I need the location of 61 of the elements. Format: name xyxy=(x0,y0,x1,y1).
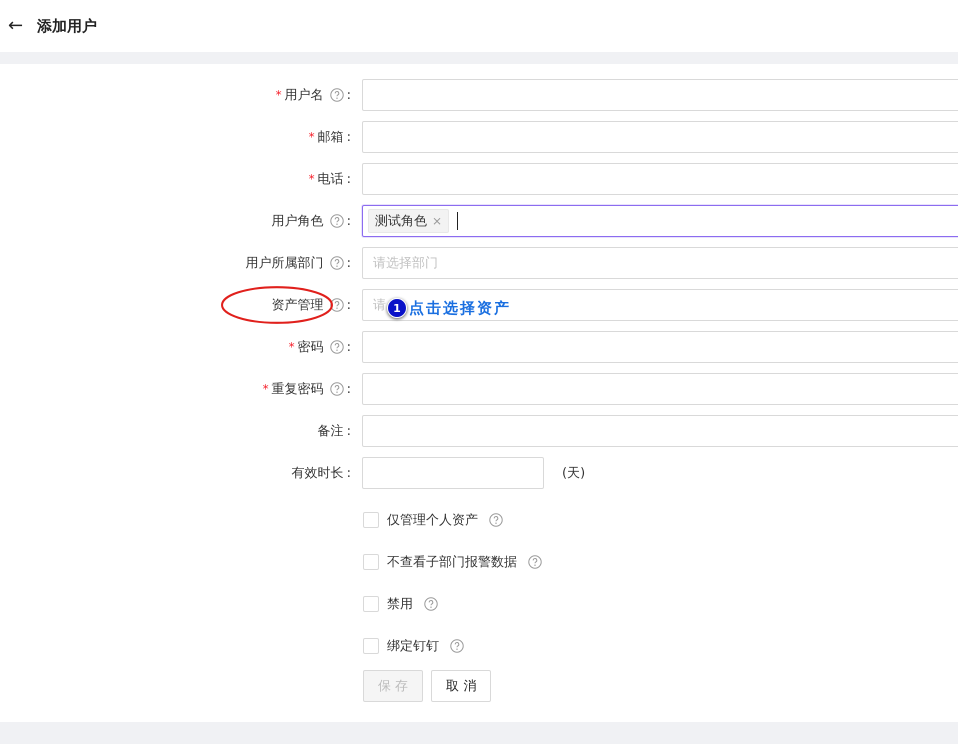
colon: : xyxy=(346,256,351,270)
unit-label: (天) xyxy=(562,465,586,482)
help-icon[interactable] xyxy=(330,340,344,354)
colon: : xyxy=(346,424,351,438)
colon: : xyxy=(346,382,351,396)
input-field[interactable] xyxy=(362,331,958,363)
colon: : xyxy=(346,88,351,102)
tag-select[interactable]: 测试角色 × xyxy=(362,205,958,237)
help-icon[interactable] xyxy=(528,555,542,569)
field-label: 电话 xyxy=(318,171,344,188)
colon: : xyxy=(346,340,351,354)
field-label: 资产管理 xyxy=(272,297,324,314)
help-icon[interactable] xyxy=(330,382,344,396)
field-label: 用户名 xyxy=(284,87,324,104)
text-cursor xyxy=(457,212,458,230)
checkbox-label: 禁用 xyxy=(387,596,413,613)
field-label: 用户角色 xyxy=(272,213,324,230)
required-mark: * xyxy=(262,382,269,396)
input-field[interactable] xyxy=(362,415,958,447)
colon: : xyxy=(346,172,351,186)
tag-label: 测试角色 xyxy=(375,213,427,230)
help-icon[interactable] xyxy=(424,597,438,611)
input-field[interactable] xyxy=(362,373,958,405)
required-mark: * xyxy=(308,130,315,144)
checkbox[interactable] xyxy=(363,554,379,570)
help-icon[interactable] xyxy=(330,214,344,228)
field-label: 密码 xyxy=(298,339,324,356)
input-field[interactable] xyxy=(362,121,958,153)
help-icon[interactable] xyxy=(450,639,464,653)
step-badge: 1 xyxy=(387,298,407,318)
cancel-button[interactable]: 取 消 xyxy=(431,670,492,702)
checkbox-label: 绑定钉钉 xyxy=(387,638,439,655)
placeholder: 请选择部门 xyxy=(373,255,438,272)
input-field[interactable] xyxy=(362,163,958,195)
checkbox-label: 不查看子部门报警数据 xyxy=(387,554,517,571)
help-icon[interactable] xyxy=(489,513,503,527)
colon: : xyxy=(346,214,351,228)
input-field[interactable] xyxy=(362,79,958,111)
help-icon[interactable] xyxy=(330,88,344,102)
checkbox[interactable] xyxy=(363,596,379,612)
required-mark: * xyxy=(308,172,315,186)
field-label: 重复密码 xyxy=(272,381,324,398)
field-label: 备注 xyxy=(318,423,344,440)
help-icon[interactable] xyxy=(330,298,344,312)
required-mark: * xyxy=(276,88,282,102)
colon: : xyxy=(346,298,351,312)
field-label: 用户所属部门 xyxy=(246,255,324,272)
annotation-text: 点击选择资产 xyxy=(409,298,511,318)
back-button[interactable]: ← xyxy=(8,17,24,35)
colon: : xyxy=(346,466,351,480)
page-title: 添加用户 xyxy=(37,16,98,36)
input-field[interactable] xyxy=(362,457,544,489)
help-icon[interactable] xyxy=(330,256,344,270)
checkbox[interactable] xyxy=(363,512,379,528)
field-label: 邮箱 xyxy=(318,129,344,146)
placeholder: 请 xyxy=(373,297,386,314)
required-mark: * xyxy=(288,340,295,354)
checkbox[interactable] xyxy=(363,638,379,654)
colon: : xyxy=(346,130,351,144)
checkbox-label: 仅管理个人资产 xyxy=(387,512,478,529)
field-label: 有效时长 xyxy=(292,465,344,482)
